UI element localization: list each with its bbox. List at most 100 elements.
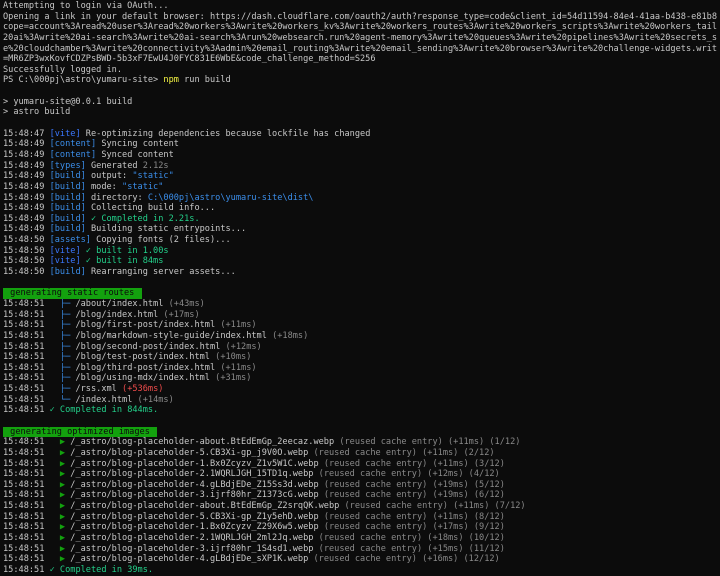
image-file: /_astro/blog-placeholder-4.gLBdjEDe_Z15S…: [70, 479, 324, 490]
arrow-icon: ▶: [59, 458, 71, 469]
route-path: /blog/index.html: [75, 309, 164, 320]
route-duration: (+12ms): [225, 341, 262, 352]
timestamp: 15:48:49: [3, 224, 50, 235]
log-value: C:\000pj\astro\yumaru-site\dist\: [147, 192, 314, 203]
timestamp: 15:48:51: [3, 437, 60, 448]
log-tag: [build]: [49, 181, 86, 192]
log-tag: [build]: [49, 224, 86, 235]
log-tag: [assets]: [49, 235, 91, 246]
image-row: 15:48:51 ▶ /_astro/blog-placeholder-2.1W…: [3, 533, 717, 544]
log-value: ✓ Completed in 2.21s.: [85, 213, 200, 224]
image-file: /_astro/blog-placeholder-4.gLBdjEDe_sXP1…: [70, 554, 314, 565]
tree-branch: ├─: [59, 373, 76, 384]
tree-branch: ├─: [59, 320, 76, 331]
route-row: 15:48:51 ├─ /rss.xml (+536ms): [3, 384, 717, 395]
build-log-line: 15:48:50 [build] Rearranging server asse…: [3, 267, 717, 278]
build-log-line: 15:48:49 [build] directory: C:\000pj\ast…: [3, 193, 717, 204]
timestamp: 15:48:49: [3, 149, 50, 160]
build-log-line: 15:48:50 [assets] Copying fonts (2 files…: [3, 235, 717, 246]
image-file: /_astro/blog-placeholder-5.CB3Xi-gp_j9V0…: [70, 447, 314, 458]
build-log-line: 15:48:47 [vite] Re-optimizing dependenci…: [3, 129, 717, 140]
build-log-line: 15:48:49 [build] ✓ Completed in 2.21s.: [3, 214, 717, 225]
image-row: 15:48:51 ▶ /_astro/blog-placeholder-1.Bx…: [3, 459, 717, 470]
route-row: 15:48:51 ├─ /blog/third-post/index.html …: [3, 363, 717, 374]
image-row: 15:48:51 ▶ /_astro/blog-placeholder-4.gL…: [3, 554, 717, 565]
timestamp: 15:48:49: [3, 213, 50, 224]
timestamp: 15:48:51: [3, 330, 60, 341]
log-message: Copying fonts (2 files)...: [90, 235, 231, 246]
image-file: /_astro/blog-placeholder-3.ijrf80hr_Z137…: [70, 490, 324, 501]
login-line: 20ai%3Awrite%20ai-search%3Awrite%20ai-se…: [3, 33, 717, 44]
log-tag: [vite]: [49, 128, 81, 139]
log-message: Building static entrypoints...: [85, 224, 247, 235]
timestamp: 15:48:47: [3, 128, 50, 139]
image-file: /_astro/blog-placeholder-2.1WQRLJGH_2ml2…: [70, 533, 319, 544]
image-info: (reused cache entry) (+11ms) (3/12): [323, 458, 505, 469]
tree-branch: ├─: [59, 384, 76, 395]
timestamp: 15:48:49: [3, 203, 50, 214]
routes-banner: generating static routes: [3, 288, 142, 299]
timestamp: 15:48:51: [3, 309, 60, 320]
log-tag: [build]: [49, 192, 86, 203]
login-line: Successfully logged in.: [3, 65, 717, 76]
image-row: 15:48:51 ▶ /_astro/blog-placeholder-2.1W…: [3, 469, 717, 480]
image-row: 15:48:51 ▶ /_astro/blog-placeholder-4.gL…: [3, 480, 717, 491]
route-row: 15:48:51 ├─ /blog/using-mdx/index.html (…: [3, 373, 717, 384]
timestamp: 15:48:49: [3, 160, 50, 171]
route-path: /rss.xml: [75, 384, 123, 395]
login-text: Successfully logged in.: [3, 64, 122, 75]
login-line: Attempting to login via OAuth...: [3, 1, 717, 12]
log-tag: [types]: [49, 160, 86, 171]
image-info: (reused cache entry) (+19ms) (6/12): [323, 490, 505, 501]
login-text: cope=account%3Aread%20user%3Aread%20work…: [3, 22, 717, 33]
timestamp: 15:48:50: [3, 256, 50, 267]
log-value: "static": [122, 181, 164, 192]
timestamp: 15:48:51: [3, 373, 60, 384]
log-value: "static": [132, 171, 174, 182]
images-banner-line: generating optimized images: [3, 426, 717, 438]
timestamp: 15:48:50: [3, 267, 50, 278]
route-path: /blog/using-mdx/index.html: [75, 373, 216, 384]
log-message: Collecting build info...: [85, 203, 216, 214]
login-line: Opening a link in your default browser: …: [3, 12, 717, 23]
timestamp: 15:48:51: [3, 543, 60, 554]
timestamp: 15:48:51: [3, 458, 60, 469]
image-row: 15:48:51 ▶ /_astro/blog-placeholder-abou…: [3, 437, 717, 448]
timestamp: 15:48:51: [3, 564, 45, 575]
npm-script-text: > yumaru-site@0.0.1 build: [3, 96, 133, 107]
image-row: 15:48:51 ▶ /_astro/blog-placeholder-abou…: [3, 501, 717, 512]
log-tag: [vite]: [49, 256, 81, 267]
tree-branch: ├─: [59, 330, 76, 341]
route-row: 15:48:51 ├─ /blog/second-post/index.html…: [3, 342, 717, 353]
npm-script-line: > yumaru-site@0.0.1 build: [3, 97, 717, 108]
image-file: /_astro/blog-placeholder-about.BtEdEmGp_…: [70, 501, 345, 512]
tree-branch: ├─: [59, 362, 76, 373]
log-value: ✓ built in 84ms: [80, 256, 164, 267]
log-message: mode:: [85, 181, 123, 192]
log-value: ✓ built in 1.00s: [80, 245, 169, 256]
timestamp: 15:48:51: [3, 490, 60, 501]
arrow-icon: ▶: [59, 501, 71, 512]
log-message: Generated: [85, 160, 143, 171]
timestamp: 15:48:51: [3, 522, 60, 533]
tree-branch: ├─: [59, 352, 76, 363]
image-row: 15:48:51 ▶ /_astro/blog-placeholder-1.Bx…: [3, 522, 717, 533]
images-done-line: 15:48:51 ✓ Completed in 39ms.: [3, 565, 717, 576]
log-message: output:: [85, 171, 133, 182]
terminal-window[interactable]: Attempting to login via OAuth... Opening …: [0, 0, 720, 576]
log-message: Rearranging server assets...: [85, 267, 236, 278]
arrow-icon: ▶: [59, 543, 71, 554]
route-duration: (+11ms): [220, 362, 257, 373]
log-message: directory:: [85, 192, 148, 203]
route-path: /index.html: [75, 394, 138, 405]
prompt-command: npm: [163, 75, 179, 86]
log-message: Synced content: [96, 149, 174, 160]
build-log-line: 15:48:49 [build] Collecting build info..…: [3, 203, 717, 214]
route-path: /blog/markdown-style-guide/index.html: [75, 330, 273, 341]
timestamp: 15:48:51: [3, 501, 60, 512]
route-duration: (+43ms): [168, 298, 205, 309]
timestamp: 15:48:51: [3, 394, 60, 405]
